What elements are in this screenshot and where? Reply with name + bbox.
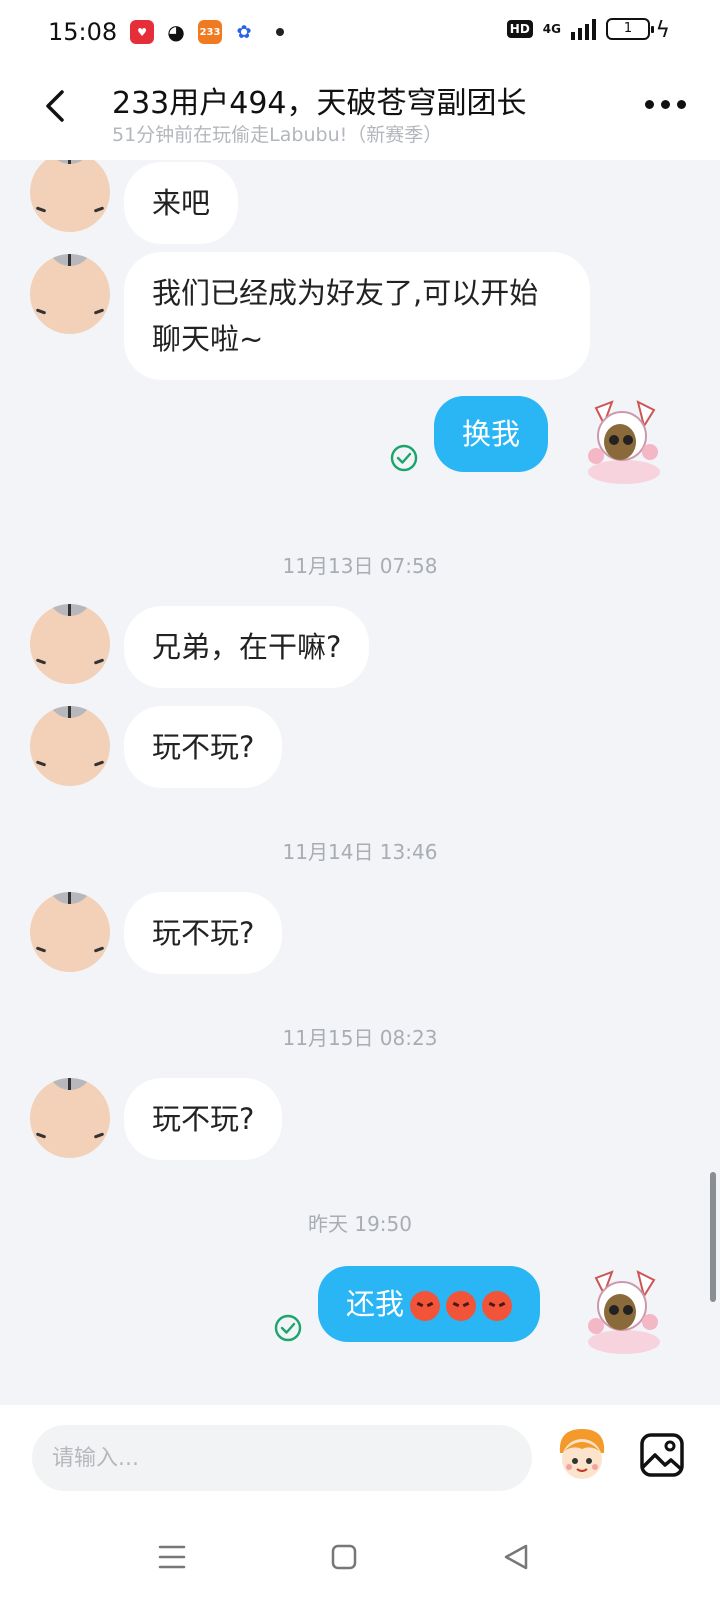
home-square-icon[interactable] (322, 1535, 366, 1579)
more-notifications-dot-icon (276, 28, 284, 36)
back-button[interactable] (36, 86, 76, 126)
app-233-label: 233 (199, 26, 221, 38)
contact-avatar[interactable] (30, 254, 110, 334)
contact-avatar[interactable] (30, 706, 110, 786)
incoming-message[interactable]: 玩不玩? (124, 706, 283, 788)
angry-face-icon (482, 1291, 513, 1321)
angry-face-icon (446, 1291, 477, 1321)
233-icon: 233 (198, 20, 222, 44)
status-time: 15:08 (48, 18, 118, 46)
xiaohongshu-icon: ♥ (130, 20, 154, 44)
back-triangle-icon[interactable] (494, 1535, 538, 1579)
contact-avatar[interactable] (30, 892, 110, 972)
menu-lines-icon[interactable] (150, 1535, 194, 1579)
hd-badge: HD (506, 20, 533, 38)
battery-level: 1 (623, 21, 633, 36)
message-list[interactable]: 来吧 我们已经成为好友了,可以开始聊天啦~ 换我 11月13日 07:58 兄弟… (0, 160, 720, 1405)
angry-face-icon (410, 1291, 441, 1321)
read-check-icon (274, 1314, 302, 1342)
charging-bolt-icon: ϟ (655, 18, 670, 43)
status-indicators: HD 4G 1 (506, 18, 654, 40)
network-label: 4G (542, 22, 561, 36)
outgoing-message[interactable]: 换我 (434, 396, 549, 472)
incoming-message[interactable]: 来吧 (124, 162, 239, 244)
contact-avatar[interactable] (30, 160, 110, 232)
timestamp: 11月13日 07:58 (282, 554, 438, 578)
outgoing-message-text: 还我 (346, 1287, 405, 1321)
my-avatar-icon[interactable] (574, 1264, 668, 1358)
chat-header: 233用户494，天破苍穹副团长 51分钟前在玩偷走Labubu!（新赛季） (0, 64, 720, 160)
timestamp: 11月15日 08:23 (282, 1026, 438, 1050)
image-icon[interactable] (638, 1431, 686, 1479)
outgoing-message[interactable]: 还我 (318, 1266, 541, 1342)
sticker-face-icon[interactable] (550, 1423, 614, 1487)
message-input[interactable] (32, 1425, 532, 1491)
incoming-message[interactable]: 兄弟，在干嘛? (124, 606, 370, 688)
signal-icon (571, 18, 596, 40)
timestamp: 11月14日 13:46 (282, 840, 438, 864)
more-options-button[interactable] (645, 100, 686, 109)
read-check-icon (390, 444, 418, 472)
battery-icon: 1 (606, 18, 654, 40)
incoming-message[interactable]: 我们已经成为好友了,可以开始聊天啦~ (124, 252, 590, 380)
status-bar: 15:08 ♥ ◕ 233 ✿ HD 4G 1 ϟ (0, 0, 720, 64)
contact-avatar[interactable] (30, 604, 110, 684)
more-dots-icon (645, 100, 654, 109)
incoming-message[interactable]: 玩不玩? (124, 892, 283, 974)
system-nav-bar (0, 1505, 720, 1612)
status-app-icons: ♥ ◕ 233 ✿ (130, 20, 284, 44)
input-bar (0, 1405, 720, 1505)
presence-status: 51分钟前在玩偷走Labubu!（新赛季） (112, 124, 443, 146)
chevron-left-icon (46, 90, 64, 122)
page-title: 233用户494，天破苍穹副团长 (112, 86, 527, 121)
wechat-icon: ◕ (164, 20, 188, 44)
my-avatar-icon[interactable] (574, 394, 668, 488)
incoming-message[interactable]: 玩不玩? (124, 1078, 283, 1160)
scrollbar[interactable] (710, 1172, 716, 1302)
contact-avatar[interactable] (30, 1078, 110, 1158)
baidu-icon: ✿ (232, 20, 256, 44)
timestamp: 昨天 19:50 (308, 1212, 412, 1236)
